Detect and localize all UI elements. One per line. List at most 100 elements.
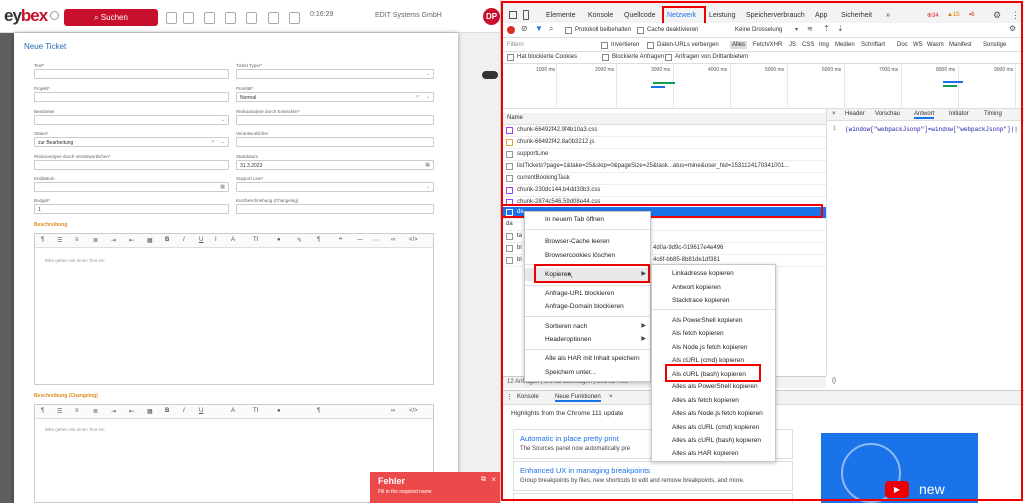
editor-toolbar: ¶ ☰ ≡ ≣ ⇥ ⇤ ▦ B I U I A TI ● ✎ ¶ ❞ — ⋯ ∞ xyxy=(35,234,433,248)
clear-icon[interactable]: × xyxy=(211,139,214,145)
menu-copy-stacktrace[interactable]: Stacktrace kopieren xyxy=(652,294,775,307)
risikoanalyse-verantwortlicher-input[interactable] xyxy=(34,160,229,170)
list-icon[interactable]: ☰ xyxy=(57,408,62,415)
enddatum-input[interactable]: ▦ xyxy=(34,182,229,192)
clock-icon[interactable] xyxy=(289,12,300,24)
calendar-icon[interactable]: ▦ xyxy=(220,184,225,190)
outdent-icon[interactable]: ⇤ xyxy=(129,237,134,244)
clipboard-icon[interactable] xyxy=(183,12,194,24)
close-icon[interactable]: × xyxy=(491,475,496,484)
italic-icon[interactable]: I xyxy=(183,408,185,414)
projekt-select[interactable] xyxy=(34,92,229,102)
numbered-list-icon[interactable]: ≡ xyxy=(75,408,79,414)
menu-copy-all-fetch[interactable]: Alles als fetch kopieren xyxy=(652,394,775,407)
menu-copy-link[interactable]: Linkadresse kopieren xyxy=(652,267,775,280)
font-size-icon[interactable]: TI xyxy=(253,237,258,243)
menu-sort-by[interactable]: Sortieren nach ▶ xyxy=(525,320,650,333)
font-size-icon[interactable]: TI xyxy=(253,408,258,414)
copy-icon[interactable]: ⧉ xyxy=(481,476,486,484)
code-icon[interactable]: </> xyxy=(409,237,418,243)
menu-copy-fetch[interactable]: Als fetch kopieren xyxy=(652,327,775,340)
menu-copy-all-har[interactable]: Alles als HAR kopieren xyxy=(652,447,775,460)
history-icon[interactable] xyxy=(50,11,59,20)
startdatum-input[interactable]: 31.3.2023 ▦ xyxy=(236,160,434,170)
pen-icon[interactable]: ✎ xyxy=(297,237,302,244)
avatar[interactable]: DP xyxy=(483,8,500,25)
table-icon[interactable]: ▦ xyxy=(147,408,153,415)
numbered-list-icon[interactable]: ≡ xyxy=(75,237,79,243)
align-icon[interactable]: ≣ xyxy=(93,408,98,415)
indent-icon[interactable]: ⇥ xyxy=(111,408,116,415)
search-button[interactable]: ⌕ Suchen xyxy=(64,9,158,26)
menu-open-new-tab[interactable]: In neuem Tab öffnen xyxy=(525,213,650,226)
verantwortlicher-label: Verantwortlicher xyxy=(236,131,269,136)
bold-icon[interactable]: B xyxy=(165,237,169,243)
budget-input[interactable]: 1 xyxy=(34,204,229,214)
timer-display: 0:16:29 xyxy=(310,11,334,18)
support-line-select[interactable]: ⌄ xyxy=(236,182,434,192)
paragraph-icon[interactable]: ¶ xyxy=(317,408,320,414)
new-ticket-modal: Neue Ticket Text* Ticket Typer* ⌄ Projek… xyxy=(14,33,458,503)
underline-icon[interactable]: U xyxy=(199,237,203,243)
menu-clear-cookies[interactable]: Browsercookies löschen xyxy=(525,249,650,262)
menu-save-har[interactable]: Alle als HAR mit Inhalt speichern xyxy=(525,352,650,365)
document-icon[interactable] xyxy=(225,12,236,24)
list-icon[interactable]: ☰ xyxy=(57,237,62,244)
paragraph-icon[interactable]: ¶ xyxy=(317,237,320,243)
logo[interactable]: eybex xyxy=(4,6,48,26)
hr-icon[interactable]: — xyxy=(357,237,363,243)
menu-header-options[interactable]: Headeroptionen ▶ xyxy=(525,333,650,346)
menu-copy-node-fetch[interactable]: Als Node.js fetch kopieren xyxy=(652,341,775,354)
menu-copy-powershell[interactable]: Als PowerShell kopieren xyxy=(652,314,775,327)
menu-clear-cache[interactable]: Browser-Cache leeren xyxy=(525,235,650,248)
clear-icon[interactable]: × xyxy=(416,94,419,100)
bearbeiter-select[interactable]: ⌄ xyxy=(34,115,229,125)
font-color-icon[interactable]: A xyxy=(231,408,235,414)
bold-icon[interactable]: B xyxy=(165,408,169,414)
risikoanalyse-entwickler-input[interactable] xyxy=(236,115,434,125)
menu-save-as[interactable]: Speichern unter... xyxy=(525,366,650,379)
link-icon[interactable]: ∞ xyxy=(391,408,395,414)
kurzbeschreibung-input[interactable] xyxy=(236,204,434,214)
beschreibung-heading: Beschreibung xyxy=(34,222,68,228)
heading-icon[interactable]: ¶ xyxy=(41,237,44,243)
indent-icon[interactable]: ⇥ xyxy=(111,237,116,244)
menu-copy-response[interactable]: Antwort kopieren xyxy=(652,281,775,294)
outdent-icon[interactable]: ⇤ xyxy=(129,408,134,415)
beschreibung-editor[interactable]: ¶ ☰ ≡ ≣ ⇥ ⇤ ▦ B I U I A TI ● ✎ ¶ ❞ — ⋯ ∞ xyxy=(34,233,434,385)
blockquote-icon[interactable]: ❞ xyxy=(339,237,342,244)
menu-copy-all-node-fetch[interactable]: Alles als Node.js fetch kopieren xyxy=(652,407,775,420)
code-icon[interactable]: </> xyxy=(409,408,418,414)
prioritaet-select[interactable]: Normal × ⌄ xyxy=(236,92,434,102)
chevron-down-icon: ⌄ xyxy=(425,71,430,77)
prioritaet-label: Priorität* xyxy=(236,86,254,91)
fill-color-icon[interactable]: ● xyxy=(277,237,281,243)
ticket-type-label: Ticket Typer* xyxy=(236,63,263,68)
notification-icon[interactable] xyxy=(246,12,257,24)
calendar-icon[interactable]: ▦ xyxy=(425,162,430,168)
plus-icon[interactable] xyxy=(166,12,177,24)
app-window: eybex ⌕ Suchen 0:16:29 EDIT Systems GmbH… xyxy=(0,0,500,503)
text-input[interactable] xyxy=(34,69,229,79)
italic-style-icon[interactable]: I xyxy=(215,237,217,243)
italic-icon[interactable]: I xyxy=(183,237,185,243)
menu-copy-all-curl-bash[interactable]: Alles als cURL (bash) kopieren xyxy=(652,434,775,447)
fill-color-icon[interactable]: ● xyxy=(277,408,281,414)
editor-placeholder: Bitte geben Sie einen Text ein xyxy=(45,258,105,263)
heading-icon[interactable]: ¶ xyxy=(41,408,44,414)
verantwortlicher-select[interactable] xyxy=(236,137,434,147)
more-icon[interactable]: ⋯ xyxy=(373,237,379,244)
calendar-icon[interactable] xyxy=(268,12,279,24)
status-select[interactable]: zur Bearbeitung × ⌄ xyxy=(34,137,229,147)
menu-block-url[interactable]: Anfrage-URL blockieren xyxy=(525,287,650,300)
link-icon[interactable]: ∞ xyxy=(391,237,395,243)
font-color-icon[interactable]: A xyxy=(231,237,235,243)
menu-block-domain[interactable]: Anfrage-Domain blockieren xyxy=(525,300,650,313)
ticket-type-select[interactable]: ⌄ xyxy=(236,69,434,79)
copy-icon[interactable] xyxy=(204,12,215,24)
menu-copy-all-curl-cmd[interactable]: Alles als cURL (cmd) kopieren xyxy=(652,421,775,434)
align-icon[interactable]: ≣ xyxy=(93,237,98,244)
table-icon[interactable]: ▦ xyxy=(147,237,153,244)
underline-icon[interactable]: U xyxy=(199,408,203,414)
toggle-switch[interactable] xyxy=(482,71,498,79)
